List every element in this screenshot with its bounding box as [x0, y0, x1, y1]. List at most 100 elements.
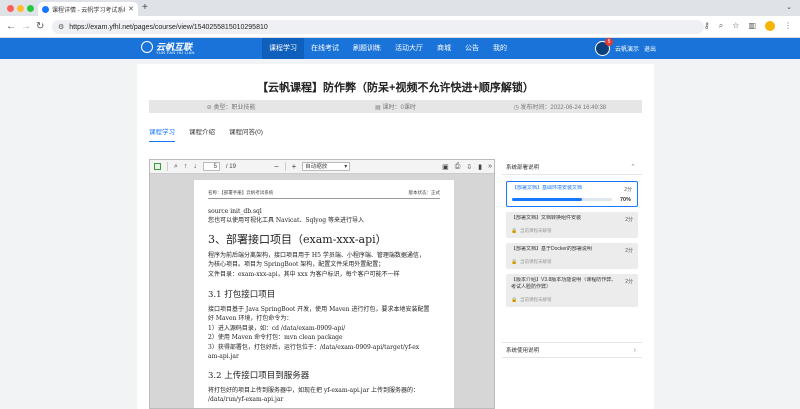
section-title: 系统部署说明: [506, 164, 540, 171]
browser-tab[interactable]: 课程详情 - 云帆学习考试系统 ✕: [38, 2, 138, 16]
download-icon[interactable]: ⇩: [466, 163, 472, 171]
bookmark-icon[interactable]: ▮: [478, 163, 482, 171]
pdf-viewer: ⌕ ↑ ↓ 5 / 19 − + 自动缩放 ▣ ⎙ ⇩ ▮ » 名称：【部署手册…: [149, 159, 495, 409]
nav-practice[interactable]: 刷题训练: [346, 38, 388, 59]
logo-mark-icon: [141, 41, 153, 53]
doc-line: 将打包好的项目上传到服务器中，如现在把 yf-exam-api.jar 上传到服…: [208, 387, 420, 394]
extensions-icon[interactable]: ▥: [748, 21, 756, 31]
nav-course[interactable]: 课程学习: [262, 38, 304, 59]
course-publish-time: ◷ 发布时间：2022-06-24 16:49:38: [513, 105, 607, 111]
user-area: 5 云帆演示 退出: [595, 38, 656, 57]
doc-line: 您也可以使用可视化工具 Navicat、Sqlyog 等来进行导入: [208, 217, 365, 224]
pdf-page: 名称：【部署手册】云帆考试系统 版本状态：正式 source init_db.s…: [194, 180, 454, 408]
course-card: 【云帆课程】防作弊（防呆+视频不允许快进+顺序解锁） ⊘ 类型：职业技能 ▤ 课…: [137, 64, 654, 409]
lesson-item[interactable]: 【部署文档】基于Docker的部署说明 2分 🔒 当前课程未解锁: [506, 243, 638, 269]
user-avatar[interactable]: 5: [595, 38, 613, 56]
profile-avatar[interactable]: [765, 21, 775, 31]
presentation-icon[interactable]: ▣: [442, 163, 449, 171]
doc-line: 1）进入源码目录，如：cd /data/exam-0909-api/: [208, 325, 346, 332]
site-header: 云帆互联 YUN FAN HU LIAN 课程学习 在线考试 刷题训练 活动大厅…: [0, 38, 800, 59]
lesson-duration: 2分: [625, 217, 633, 223]
section-header-usage[interactable]: 系统使用说明 ›: [502, 342, 642, 358]
prev-page-icon[interactable]: ↑: [184, 163, 188, 170]
doc-line: 程序为前后端分离架构，接口项目用于 H5 学员端、小程序端、管理端数据通信，: [208, 252, 425, 259]
zoom-icon[interactable]: ⌕: [719, 21, 723, 31]
lesson-panel: 系统部署说明 ⌃ 【部署文档】基础环境安装文档 2分 70% 【部署文档】文档转…: [502, 159, 642, 409]
zoom-in-icon[interactable]: +: [292, 162, 297, 171]
doc-line: am-api.jar: [208, 353, 239, 360]
browser-toolbar: ← → ↻ ⚙ https://exam.yfhl.net/pages/cour…: [0, 16, 800, 38]
course-hours: ▤ 课时：0课时: [375, 105, 416, 111]
close-tab-icon[interactable]: ✕: [128, 5, 134, 13]
pdf-right-tools: ▣ ⎙ ⇩ ▮ »: [442, 163, 492, 171]
tab-title: 课程详情 - 云帆学习考试系统: [52, 7, 126, 14]
next-page-icon[interactable]: ↓: [193, 163, 197, 170]
address-bar[interactable]: ⚙ https://exam.yfhl.net/pages/course/vie…: [52, 20, 704, 34]
user-name[interactable]: 云帆演示: [615, 44, 639, 53]
site-logo[interactable]: 云帆互联 YUN FAN HU LIAN: [141, 40, 201, 57]
minimize-window-button[interactable]: [17, 5, 24, 12]
page-header: 名称：【部署手册】云帆考试系统 版本状态：正式: [208, 190, 440, 199]
course-meta-bar: ⊘ 类型：职业技能 ▤ 课时：0课时 ◷ 发布时间：2022-06-24 16:…: [149, 100, 642, 113]
print-icon[interactable]: ⎙: [455, 163, 461, 171]
bookmark-star-icon[interactable]: ☆: [732, 21, 739, 31]
new-tab-button[interactable]: +: [142, 2, 148, 14]
lesson-item[interactable]: 【版本介绍】V3.8版本功能说明（课程防作弊、考试人脸防作弊） 2分 🔒 当前课…: [506, 274, 638, 307]
lesson-title: 【部署文档】基于Docker的部署说明: [511, 246, 592, 252]
nav-notice[interactable]: 公告: [458, 38, 486, 59]
sidebar-toggle-icon[interactable]: [154, 163, 161, 170]
lesson-status: 当前课程未解锁: [520, 259, 552, 264]
chevron-up-icon: ⌃: [630, 163, 636, 171]
tab-intro[interactable]: 课程介绍: [189, 126, 215, 142]
lesson-item-active[interactable]: 【部署文档】基础环境安装文档 2分 70%: [506, 181, 638, 207]
tab-list-chevron-icon[interactable]: ⌄: [786, 3, 792, 11]
notification-badge: 5: [605, 38, 613, 46]
section-title: 系统使用说明: [506, 348, 540, 354]
doc-line: source init_db.sql: [208, 208, 262, 215]
logout-link[interactable]: 退出: [644, 44, 656, 53]
nav-activity[interactable]: 活动大厅: [388, 38, 430, 59]
url-text: https://exam.yfhl.net/pages/course/view/…: [69, 23, 268, 31]
lock-icon: 🔒: [511, 259, 518, 265]
page-number-input[interactable]: 5: [202, 162, 220, 171]
tools-icon[interactable]: »: [488, 163, 492, 171]
maximize-window-button[interactable]: [27, 5, 34, 12]
main-nav: 课程学习 在线考试 刷题训练 活动大厅 商城 公告 我的: [262, 38, 514, 59]
course-tabs: 课程学习 课程介绍 课程问答(0): [149, 126, 263, 142]
lesson-title: 【部署文档】文档转换组件安装: [511, 215, 582, 221]
doc-line: 为核心项目。项目为 SpringBoot 架构，配置文件采用外置配置；: [208, 261, 385, 268]
key-icon[interactable]: ⚷: [704, 21, 710, 31]
favicon-icon: [42, 5, 49, 13]
doc-subheading: 3.1 打包接口项目: [208, 290, 276, 300]
page-header-title: 名称：【部署手册】云帆考试系统: [208, 191, 274, 196]
divider: [167, 162, 168, 171]
forward-arrow-icon[interactable]: →: [21, 21, 31, 33]
toolbar-icons: ⚷ ⌕ ☆ ▥ ⋮: [704, 21, 792, 31]
tab-study[interactable]: 课程学习: [149, 126, 175, 142]
doc-line: 接口项目基于 Java SpringBoot 开发，使用 Maven 进行打包，…: [208, 306, 430, 313]
lock-icon: 🔒: [511, 228, 518, 234]
nav-exam[interactable]: 在线考试: [304, 38, 346, 59]
zoom-select[interactable]: 自动缩放: [302, 162, 351, 171]
browser-tab-bar: 课程详情 - 云帆学习考试系统 ✕ + ⌄: [0, 0, 800, 16]
chevron-right-icon: ›: [633, 346, 636, 354]
nav-mine[interactable]: 我的: [486, 38, 514, 59]
menu-dots-icon[interactable]: ⋮: [784, 21, 792, 31]
doc-line: 2）使用 Maven 命令打包：mvn clean package: [208, 334, 343, 341]
tab-qa[interactable]: 课程问答(0): [229, 126, 263, 142]
search-icon[interactable]: ⌕: [174, 163, 178, 171]
lesson-item[interactable]: 【部署文档】文档转换组件安装 2分 🔒 当前课程未解锁: [506, 212, 638, 238]
page-header-status: 版本状态：正式: [408, 191, 441, 196]
logo-subtext: YUN FAN HU LIAN: [156, 50, 195, 55]
back-arrow-icon[interactable]: ←: [6, 21, 16, 33]
section-header-deploy[interactable]: 系统部署说明 ⌃: [502, 159, 642, 175]
zoom-out-icon[interactable]: −: [274, 162, 279, 171]
close-window-button[interactable]: [7, 5, 14, 12]
divider: [284, 162, 286, 171]
doc-line: 好 Maven 环境，打包命令为：: [208, 315, 293, 322]
course-title: 【云帆课程】防作弊（防呆+视频不允许快进+顺序解锁）: [257, 82, 534, 94]
reload-icon[interactable]: ↻: [36, 21, 44, 33]
lesson-status: 当前课程未解锁: [520, 297, 552, 302]
site-info-icon[interactable]: ⚙: [58, 23, 64, 31]
nav-shop[interactable]: 商城: [430, 38, 458, 59]
